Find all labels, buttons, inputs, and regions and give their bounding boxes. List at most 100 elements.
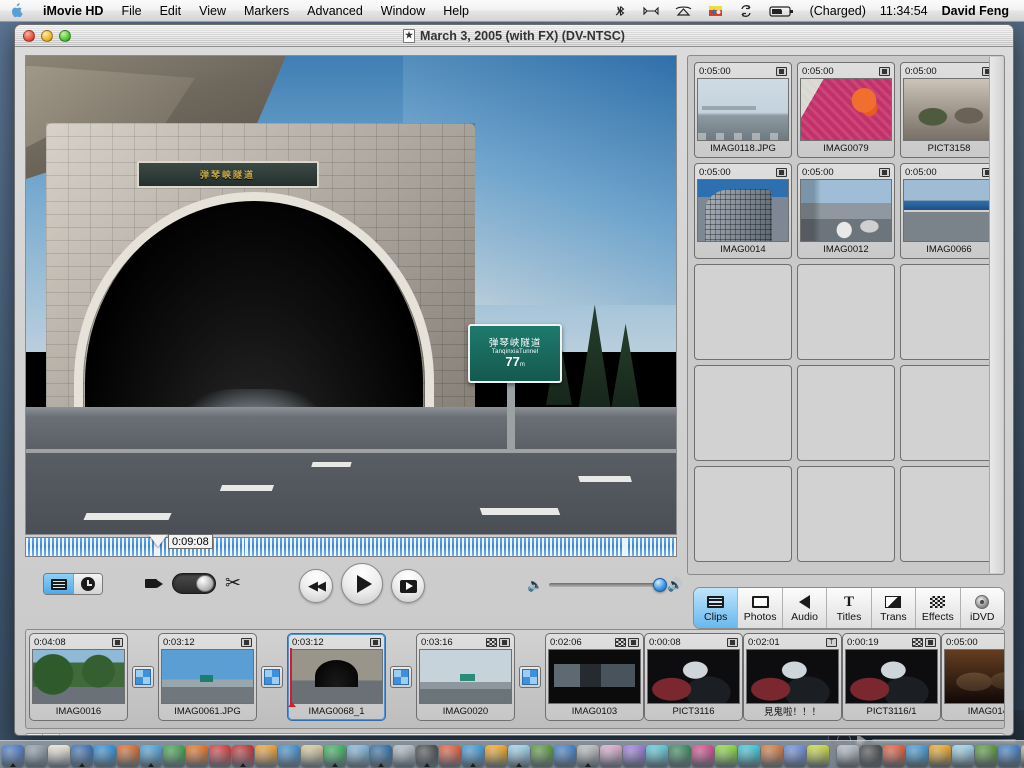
dock-item[interactable] xyxy=(393,741,415,767)
timeline-clip[interactable]: 0:04:08 IMAG0016 xyxy=(29,633,128,721)
video-monitor[interactable]: 弹琴峡隧道 弹琴峡隧道 TanqinxiaTunnel 77m xyxy=(25,55,677,535)
dock-item[interactable] xyxy=(929,741,951,767)
shelf-clip[interactable]: 0:05:00 IMAG0079 xyxy=(797,62,895,158)
shelf-empty-slot[interactable] xyxy=(900,264,998,360)
timeline-clip[interactable]: 0:02:06 IMAG0103 xyxy=(545,633,644,721)
menu-app-name[interactable]: iMovie HD xyxy=(34,3,112,19)
shelf-clip[interactable]: 0:05:00 IMAG0066 xyxy=(900,163,998,259)
timeline-clip[interactable]: 0:00:19 PICT3116/1 xyxy=(842,633,941,721)
dock-item[interactable] xyxy=(278,741,300,767)
view-mode-toggle[interactable] xyxy=(43,573,103,595)
dock-item[interactable] xyxy=(577,741,599,767)
dock-item[interactable] xyxy=(952,741,974,767)
shelf-empty-slot[interactable] xyxy=(900,466,998,562)
volume-slider[interactable] xyxy=(549,577,668,592)
shelf-empty-slot[interactable] xyxy=(797,264,895,360)
dock-item[interactable] xyxy=(738,741,760,767)
camera-edit-mode-switch[interactable] xyxy=(172,573,216,594)
dock-item[interactable] xyxy=(669,741,691,767)
timeline-transition[interactable] xyxy=(257,633,287,721)
timeline-clip[interactable]: 0:00:08 PICT3116 xyxy=(644,633,743,721)
tab-titles[interactable]: T Titles xyxy=(827,588,872,628)
dock-item[interactable] xyxy=(784,741,806,767)
timeline-clip[interactable]: 0:02:01 T 見鬼啦！！！ xyxy=(743,633,842,721)
dock-item[interactable] xyxy=(255,741,277,767)
tab-effects[interactable]: Effects xyxy=(916,588,961,628)
dock-item[interactable] xyxy=(439,741,461,767)
dock-item[interactable] xyxy=(837,741,859,767)
dock-item[interactable] xyxy=(485,741,507,767)
dock-item[interactable] xyxy=(807,741,829,767)
tab-clips[interactable]: Clips xyxy=(694,588,739,628)
dock-item[interactable] xyxy=(906,741,928,767)
shelf-empty-slot[interactable] xyxy=(694,264,792,360)
shelf-empty-slot[interactable] xyxy=(900,365,998,461)
airport-icon[interactable] xyxy=(667,0,700,22)
play-button[interactable] xyxy=(341,563,383,605)
timeline-clip[interactable]: 0:03:12 IMAG0068_1 xyxy=(287,633,386,721)
clip-view-button[interactable] xyxy=(44,574,73,594)
menu-markers[interactable]: Markers xyxy=(235,3,298,19)
dock-item[interactable] xyxy=(623,741,645,767)
dock-item[interactable] xyxy=(462,741,484,767)
menu-advanced[interactable]: Advanced xyxy=(298,3,372,19)
shelf-clip[interactable]: 0:05:00 IMAG0012 xyxy=(797,163,895,259)
dock-item[interactable] xyxy=(860,741,882,767)
dock-item[interactable] xyxy=(2,741,24,767)
shelf-clip[interactable]: 0:05:00 IMAG0118.JPG xyxy=(694,62,792,158)
sync-icon[interactable] xyxy=(731,0,761,22)
dock-item[interactable] xyxy=(883,741,905,767)
menu-file[interactable]: File xyxy=(112,3,150,19)
dock-item[interactable] xyxy=(163,741,185,767)
dock-item[interactable] xyxy=(531,741,553,767)
menu-edit[interactable]: Edit xyxy=(151,3,191,19)
shelf-clip[interactable]: 0:05:00 IMAG0014 xyxy=(694,163,792,259)
dock-item[interactable] xyxy=(140,741,162,767)
dock-item[interactable] xyxy=(48,741,70,767)
dock-item[interactable] xyxy=(692,741,714,767)
apple-menu[interactable] xyxy=(0,3,34,18)
dock-item[interactable] xyxy=(370,741,392,767)
clip-viewer-scrollbar[interactable]: ◀ ▶ xyxy=(25,733,1005,736)
timeline-clip[interactable]: 0:03:12 IMAG0061.JPG xyxy=(158,633,257,721)
dock-item[interactable] xyxy=(25,741,47,767)
dock-item[interactable] xyxy=(94,741,116,767)
shelf-empty-slot[interactable] xyxy=(694,466,792,562)
dock-item[interactable] xyxy=(347,741,369,767)
timeline-transition[interactable] xyxy=(128,633,158,721)
dock-item[interactable] xyxy=(998,741,1020,767)
playhead[interactable]: 0:09:08 xyxy=(149,534,213,549)
dock-item[interactable] xyxy=(761,741,783,767)
shelf-clip[interactable]: 0:05:00 PICT3158 xyxy=(900,62,998,158)
firewall-icon[interactable] xyxy=(700,0,731,22)
shelf-scrollbar[interactable] xyxy=(989,57,1003,573)
bluetooth-icon[interactable] xyxy=(605,0,635,22)
dock-item[interactable] xyxy=(975,741,997,767)
shelf-empty-slot[interactable] xyxy=(694,365,792,461)
dock-item[interactable] xyxy=(209,741,231,767)
play-fullscreen-button[interactable] xyxy=(391,569,425,603)
scroll-right-arrow[interactable]: ▶ xyxy=(43,734,60,735)
dock-item[interactable] xyxy=(301,741,323,767)
timeline-transition[interactable] xyxy=(386,633,416,721)
tab-idvd[interactable]: iDVD xyxy=(960,588,1004,628)
dock-item[interactable] xyxy=(554,741,576,767)
user-menu[interactable]: David Feng xyxy=(935,4,1016,18)
timeline-view-button[interactable] xyxy=(73,574,102,594)
scroll-left-arrow[interactable]: ◀ xyxy=(26,734,43,735)
dock-item[interactable] xyxy=(416,741,438,767)
tab-audio[interactable]: Audio xyxy=(782,588,828,628)
shelf-empty-slot[interactable] xyxy=(797,466,895,562)
tab-photos[interactable]: Photos xyxy=(738,588,783,628)
scrubber-bar[interactable] xyxy=(25,537,677,557)
dock-item[interactable] xyxy=(232,741,254,767)
window-titlebar[interactable]: ★ March 3, 2005 (with FX) (DV-NTSC) xyxy=(15,25,1013,47)
menu-window[interactable]: Window xyxy=(372,3,434,19)
battery-icon[interactable] xyxy=(761,0,803,22)
dock-item[interactable] xyxy=(715,741,737,767)
rewind-button[interactable]: ◀◀ xyxy=(299,569,333,603)
shelf-empty-slot[interactable] xyxy=(797,365,895,461)
timeline-clip[interactable]: 0:05:00 IMAG0143 xyxy=(941,633,1004,721)
scrollbar-thumb[interactable] xyxy=(61,735,1003,736)
menu-help[interactable]: Help xyxy=(434,3,478,19)
